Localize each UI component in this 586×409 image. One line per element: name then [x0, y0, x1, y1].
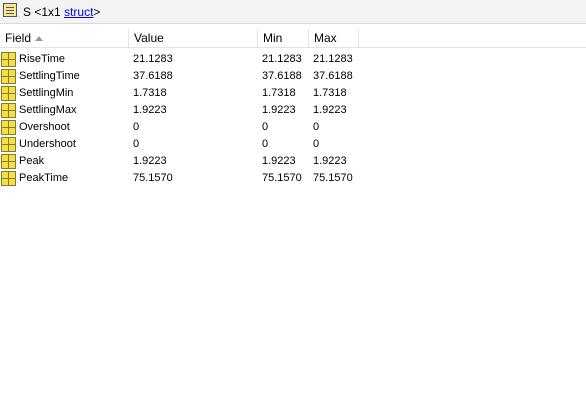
value-cell: 21.1283 — [133, 53, 173, 65]
field-name: SettlingTime — [19, 70, 80, 82]
table-row[interactable]: RiseTime 21.1283 21.1283 21.1283 — [0, 51, 586, 68]
struct-field-icon — [1, 120, 16, 135]
table-row[interactable]: SettlingMax 1.9223 1.9223 1.9223 — [0, 102, 586, 119]
max-cell: 1.7318 — [313, 87, 347, 99]
variable-size: <1x1 — [34, 5, 61, 19]
value-cell: 37.6188 — [133, 70, 173, 82]
field-name: SettlingMin — [19, 87, 74, 99]
field-name: Peak — [19, 155, 45, 167]
table-row[interactable]: SettlingTime 37.6188 37.6188 37.6188 — [0, 68, 586, 85]
value-cell: 1.7318 — [133, 87, 167, 99]
table-row[interactable]: Undershoot 0 0 0 — [0, 136, 586, 153]
max-cell: 1.9223 — [313, 104, 347, 116]
max-cell: 75.1570 — [313, 172, 353, 184]
class-link[interactable]: struct — [64, 5, 93, 19]
min-cell: 75.1570 — [262, 172, 302, 184]
min-cell: 0 — [262, 138, 269, 150]
table-row[interactable]: PeakTime 75.1570 75.1570 75.1570 — [0, 170, 586, 187]
field-name: Undershoot — [19, 138, 76, 150]
struct-field-icon — [1, 86, 16, 101]
variable-title-suffix: > — [93, 5, 101, 19]
variable-title: S <1x1 struct> — [23, 5, 100, 19]
value-cell: 0 — [133, 121, 140, 133]
max-cell: 0 — [313, 138, 320, 150]
column-header-max[interactable]: Max — [309, 29, 359, 47]
variable-name: S — [23, 5, 32, 19]
min-cell: 37.6188 — [262, 70, 302, 82]
value-cell: 0 — [133, 138, 140, 150]
max-cell: 0 — [313, 121, 320, 133]
column-header-field[interactable]: Field — [0, 29, 129, 47]
column-header-label: Min — [263, 31, 283, 45]
field-name: SettlingMax — [19, 104, 77, 116]
struct-field-icon — [1, 137, 16, 152]
column-header-min[interactable]: Min — [258, 29, 309, 47]
struct-field-icon — [1, 52, 16, 67]
column-header-label: Field — [5, 31, 32, 45]
table-header: Field Value Min Max — [0, 29, 586, 48]
value-cell: 1.9223 — [133, 155, 167, 167]
field-name: PeakTime — [19, 172, 69, 184]
struct-field-icon — [1, 154, 16, 169]
column-header-value[interactable]: Value — [129, 29, 258, 47]
max-cell: 21.1283 — [313, 53, 353, 65]
struct-field-icon — [1, 69, 16, 84]
table-row[interactable]: SettlingMin 1.7318 1.7318 1.7318 — [0, 85, 586, 102]
field-name: Overshoot — [19, 121, 70, 133]
table-row[interactable]: Overshoot 0 0 0 — [0, 119, 586, 136]
min-cell: 1.9223 — [262, 104, 296, 116]
table-row[interactable]: Peak 1.9223 1.9223 1.9223 — [0, 153, 586, 170]
value-cell: 75.1570 — [133, 172, 173, 184]
variable-title-bar: S <1x1 struct> — [0, 0, 586, 24]
min-cell: 1.9223 — [262, 155, 296, 167]
sort-ascending-icon — [35, 36, 44, 41]
min-cell: 21.1283 — [262, 53, 302, 65]
max-cell: 37.6188 — [313, 70, 353, 82]
min-cell: 1.7318 — [262, 87, 296, 99]
min-cell: 0 — [262, 121, 269, 133]
field-name: RiseTime — [19, 53, 66, 65]
value-cell: 1.9223 — [133, 104, 167, 116]
max-cell: 1.9223 — [313, 155, 347, 167]
struct-variable-icon — [3, 3, 17, 17]
column-header-label: Max — [314, 31, 337, 45]
struct-field-icon — [1, 171, 16, 186]
column-header-label: Value — [134, 31, 164, 45]
struct-field-icon — [1, 103, 16, 118]
